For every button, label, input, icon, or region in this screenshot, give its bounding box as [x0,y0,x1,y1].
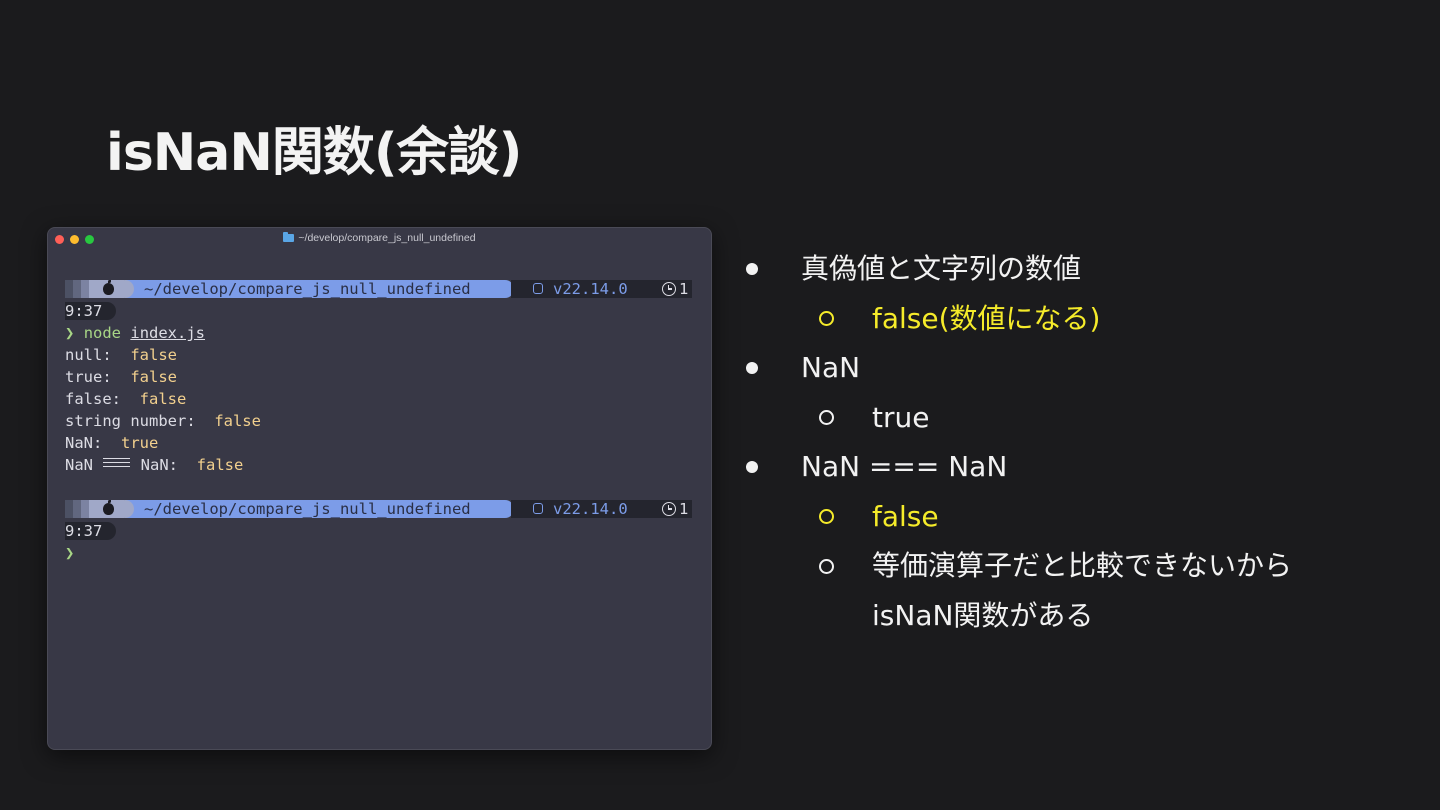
sub-bullet-item: true [746,393,1406,443]
prompt-arrow: ❯ [65,324,75,342]
input-line[interactable]: ❯ [65,542,693,564]
sub-bullet-item: 等価演算子だと比較できないから [746,541,1406,591]
output-line: false: false [65,390,187,408]
output-line: NaN NaN: false [65,456,244,474]
bullet-item: 真偽値と文字列の数値 [746,244,1406,294]
output-line: true: false [65,368,177,386]
nodejs-icon [533,503,543,514]
output-line: NaN: true [65,434,159,452]
output-line: string number: false [65,412,261,430]
bullet-circle-icon [819,294,834,344]
window-title: ~/develop/compare_js_null_undefined [48,232,711,244]
slide-title: isNaN関数(余談) [106,123,522,183]
bullet-item: NaN === NaN [746,442,1406,492]
terminal-window[interactable]: ~/develop/compare_js_null_undefined ~/de… [47,227,712,750]
apple-icon [103,280,114,295]
sub-bullet-item: false [746,492,1406,542]
bullet-dot-icon [746,442,758,492]
folder-icon [283,232,295,242]
node-version: v22.14.0 [553,500,628,518]
output-line: null: false [65,346,177,364]
time-value: 9:37 [65,522,117,540]
prompt-arrow: ❯ [65,544,75,562]
bullet-dot-icon [746,343,758,393]
bullet-item: NaN [746,343,1406,393]
apple-icon [103,500,114,515]
terminal-titlebar[interactable]: ~/develop/compare_js_null_undefined [48,228,711,250]
bullet-dot-icon [746,244,758,294]
bullet-circle-icon [819,492,834,542]
time-value: 9:37 [65,302,117,320]
bullet-list: 真偽値と文字列の数値 false(数値になる) NaN true NaN ===… [746,244,1406,640]
terminal-content[interactable]: ~/develop/compare_js_null_undefined v22.… [65,278,693,564]
command-name: node [83,324,122,342]
clock-icon [662,282,676,296]
path-segment: ~/develop/compare_js_null_undefined [125,500,514,518]
sub-bullet-item: false(数値になる) [746,294,1406,344]
time-segment: 1 [652,280,692,298]
path-segment: ~/develop/compare_js_null_undefined [125,280,514,298]
strict-equal-ligature [103,458,131,467]
window-title-text: ~/develop/compare_js_null_undefined [298,232,476,244]
prompt-line: ~/develop/compare_js_null_undefined v22.… [65,278,693,300]
nodejs-icon [533,283,543,294]
sub-bullet-continuation: isNaN関数がある [872,598,1094,632]
command-line: ❯ node index.js [65,322,693,344]
prompt-line: ~/develop/compare_js_null_undefined v22.… [65,498,693,520]
time-line: 9:37 [65,300,693,322]
time-segment: 1 [652,500,692,518]
bullet-circle-icon [819,541,834,591]
command-arg: index.js [130,324,206,342]
time-line: 9:37 [65,520,693,542]
bullet-circle-icon [819,393,834,443]
clock-icon [662,502,676,516]
node-version: v22.14.0 [553,280,628,298]
